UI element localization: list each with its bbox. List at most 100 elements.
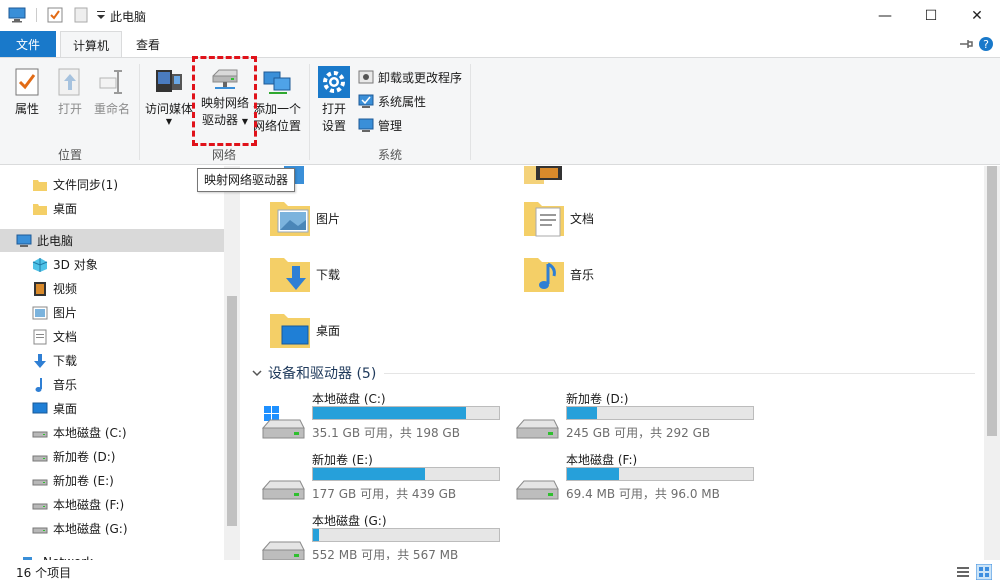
nav-item[interactable]: 视频 xyxy=(0,277,224,300)
new-folder-icon[interactable] xyxy=(73,7,89,23)
content-scrollbar[interactable] xyxy=(984,166,1000,560)
system-properties-button[interactable]: 系统属性 xyxy=(358,90,426,112)
system-properties-icon xyxy=(358,94,374,108)
quick-access-toolbar xyxy=(8,7,107,23)
nav-item[interactable]: 桌面 xyxy=(0,197,224,220)
drive-usage-bar xyxy=(312,406,500,420)
add-network-location-button[interactable]: 添加一个 网络位置 xyxy=(252,66,302,135)
rename-label: 重命名 xyxy=(93,102,130,116)
access-media-button[interactable]: 访问媒体 ▼ xyxy=(144,66,194,126)
music-icon xyxy=(32,377,48,393)
drive-name: 新加卷 (E:) xyxy=(312,453,373,467)
open-settings-button[interactable]: 打开 设置 xyxy=(316,66,352,135)
uninstall-program-button[interactable]: 卸载或更改程序 xyxy=(358,66,462,88)
drive-name: 本地磁盘 (G:) xyxy=(312,514,387,528)
chevron-down-icon xyxy=(252,370,262,377)
section-divider xyxy=(384,372,975,374)
tab-view[interactable]: 查看 xyxy=(126,31,170,57)
nav-item-label: 本地磁盘 (C:) xyxy=(53,426,127,440)
nav-item-label: 文件同步(1) xyxy=(53,178,118,192)
help-icon[interactable]: ? xyxy=(978,36,994,52)
details-view-icon[interactable] xyxy=(956,565,970,579)
nav-item[interactable]: 本地磁盘 (C:) xyxy=(0,421,224,444)
location-group-label: 位置 xyxy=(58,148,83,162)
properties-check-icon[interactable] xyxy=(47,7,63,23)
drive-usage-fill xyxy=(313,407,466,419)
nav-item[interactable]: 文件同步(1) xyxy=(0,173,224,196)
downloads-folder-icon xyxy=(270,258,310,292)
nav-item-label: 桌面 xyxy=(53,402,78,416)
folder-desktop[interactable]: 桌面 xyxy=(268,308,340,352)
nav-item[interactable]: 文档 xyxy=(0,325,224,348)
nav-item[interactable]: 音乐 xyxy=(0,373,224,396)
computer-icon[interactable] xyxy=(8,7,26,23)
nav-item[interactable]: 下载 xyxy=(0,349,224,372)
drive-tile[interactable]: 本地磁盘 (F:) 69.4 MB 可用，共 96.0 MB xyxy=(514,451,764,507)
nav-item-label: 音乐 xyxy=(53,378,78,392)
drive-tile[interactable]: 本地磁盘 (G:) 552 MB 可用，共 567 MB xyxy=(260,512,510,560)
network-group-label: 网络 xyxy=(212,148,237,162)
folder-label: 下载 xyxy=(316,267,341,282)
gear-icon xyxy=(318,66,350,98)
tiles-view-icon[interactable] xyxy=(976,564,992,580)
nav-item[interactable]: 图片 xyxy=(0,301,224,324)
drive-name: 本地磁盘 (C:) xyxy=(312,392,386,406)
nav-item-label: 文档 xyxy=(53,330,78,344)
network-location-icon xyxy=(263,71,291,94)
nav-item-label: 桌面 xyxy=(53,202,78,216)
ribbon-group-divider xyxy=(139,64,140,160)
nav-item-label: 本地磁盘 (G:) xyxy=(53,522,128,536)
devices-section-header[interactable]: 设备和驱动器 (5) xyxy=(250,362,975,384)
folder-icon xyxy=(32,201,48,217)
ribbon: 属性 打开 重命名 位置 访问媒体 ▼ 映射网络 驱动器 ▼ 添加一个 网络位置… xyxy=(0,57,1000,165)
manage-label: 管理 xyxy=(378,118,403,133)
open-button[interactable]: 打开 xyxy=(53,66,87,118)
rename-button[interactable]: 重命名 xyxy=(93,66,131,118)
scrollbar-thumb[interactable] xyxy=(227,296,237,526)
drive-space-info: 177 GB 可用，共 439 GB xyxy=(312,487,457,501)
drive-icon xyxy=(32,521,48,537)
nav-item[interactable]: 新加卷 (E:) xyxy=(0,469,224,492)
folder-label: 音乐 xyxy=(570,267,595,282)
folder-music[interactable]: 音乐 xyxy=(522,252,594,296)
folder-downloads[interactable]: 下载 xyxy=(268,252,340,296)
minimize-button[interactable]: — xyxy=(862,0,908,31)
ribbon-tabs: 文件 计算机 查看 ? xyxy=(0,31,1000,58)
manage-button[interactable]: 管理 xyxy=(358,114,402,136)
customize-dropdown-icon[interactable] xyxy=(95,7,107,23)
properties-label: 属性 xyxy=(14,102,39,116)
tab-file[interactable]: 文件 xyxy=(0,31,56,57)
nav-item[interactable]: 此电脑 xyxy=(0,229,224,252)
navigation-scrollbar[interactable] xyxy=(224,166,240,560)
maximize-button[interactable]: ☐ xyxy=(908,0,954,31)
minimize-icon: — xyxy=(878,7,892,24)
nav-item-label: 新加卷 (D:) xyxy=(53,450,116,464)
drive-icon xyxy=(32,449,48,465)
drive-usage-fill xyxy=(567,468,620,480)
folder-pictures[interactable]: 图片 xyxy=(268,196,340,240)
nav-item[interactable]: 本地磁盘 (F:) xyxy=(0,493,224,516)
pin-ribbon-icon[interactable] xyxy=(958,38,974,50)
folder-documents[interactable]: 文档 xyxy=(522,196,594,240)
uninstall-icon xyxy=(358,70,374,84)
ribbon-group-divider xyxy=(309,64,310,160)
nav-item[interactable]: 本地磁盘 (G:) xyxy=(0,517,224,540)
drive-usage-bar xyxy=(566,467,754,481)
drive-space-info: 245 GB 可用，共 292 GB xyxy=(566,426,711,440)
nav-item[interactable]: 3D 对象 xyxy=(0,253,224,276)
drive-tile[interactable]: 本地磁盘 (C:) 35.1 GB 可用，共 198 GB xyxy=(260,390,510,446)
nav-item[interactable]: 桌面 xyxy=(0,397,224,420)
properties-button[interactable]: 属性 xyxy=(10,66,44,118)
drive-tile[interactable]: 新加卷 (D:) 245 GB 可用，共 292 GB xyxy=(514,390,764,446)
nav-item[interactable]: Network xyxy=(0,550,224,560)
nav-item[interactable]: 新加卷 (D:) xyxy=(0,445,224,468)
item-count: 16 个项目 xyxy=(16,565,72,580)
tab-computer[interactable]: 计算机 xyxy=(60,31,122,58)
content-pane[interactable]: 图片 文档 下载 音乐 桌面 设备和驱动器 (5) 本地磁盘 (C:) 35.1… xyxy=(240,166,984,560)
svg-text:?: ? xyxy=(983,38,989,51)
scrollbar-thumb[interactable] xyxy=(987,166,997,436)
close-button[interactable]: ✕ xyxy=(954,0,1000,31)
drive-tile[interactable]: 新加卷 (E:) 177 GB 可用，共 439 GB xyxy=(260,451,510,507)
navigation-pane[interactable]: 文件同步(1) 桌面 此电脑 3D 对象 视频 图片 文档 下载 音乐 桌面 本地磁盘 (C:) 新加… xyxy=(0,166,240,560)
close-icon: ✕ xyxy=(971,7,983,24)
